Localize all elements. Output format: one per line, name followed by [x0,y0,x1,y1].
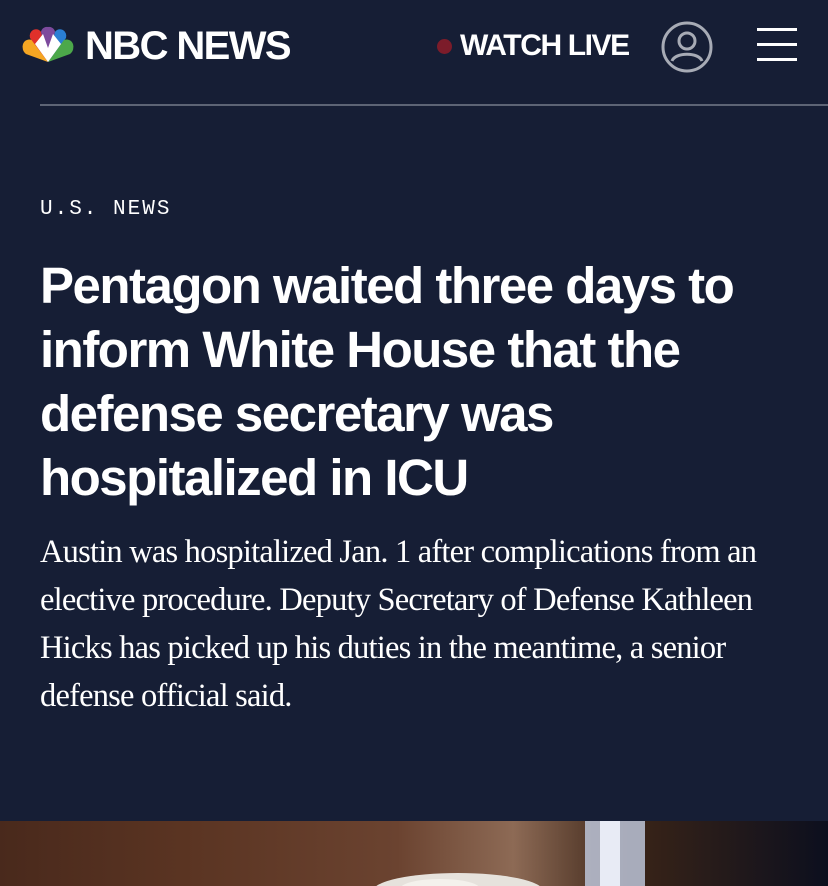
live-indicator-dot [437,38,452,54]
article-summary: Austin was hospitalized Jan. 1 after com… [40,534,757,714]
account-button[interactable] [661,21,713,73]
watch-live-button[interactable]: WATCH LIVE [437,26,630,66]
watch-live-label: WATCH LIVE [460,29,630,62]
hero-photo-detail [376,821,645,886]
user-account-icon [661,21,713,73]
nbc-news-logo[interactable]: NBC NEWS [20,24,292,68]
header-divider [40,104,828,106]
brand-name: NBC NEWS [85,24,292,68]
section-label[interactable]: U.S. NEWS [40,198,171,221]
article-headline: Pentagon waited three days to inform Whi… [40,257,735,506]
hero-image [0,821,828,886]
nbc-peacock-icon [22,26,74,62]
site-header: NBC NEWS WATCH LIVE [0,0,828,106]
menu-button[interactable] [757,28,797,62]
